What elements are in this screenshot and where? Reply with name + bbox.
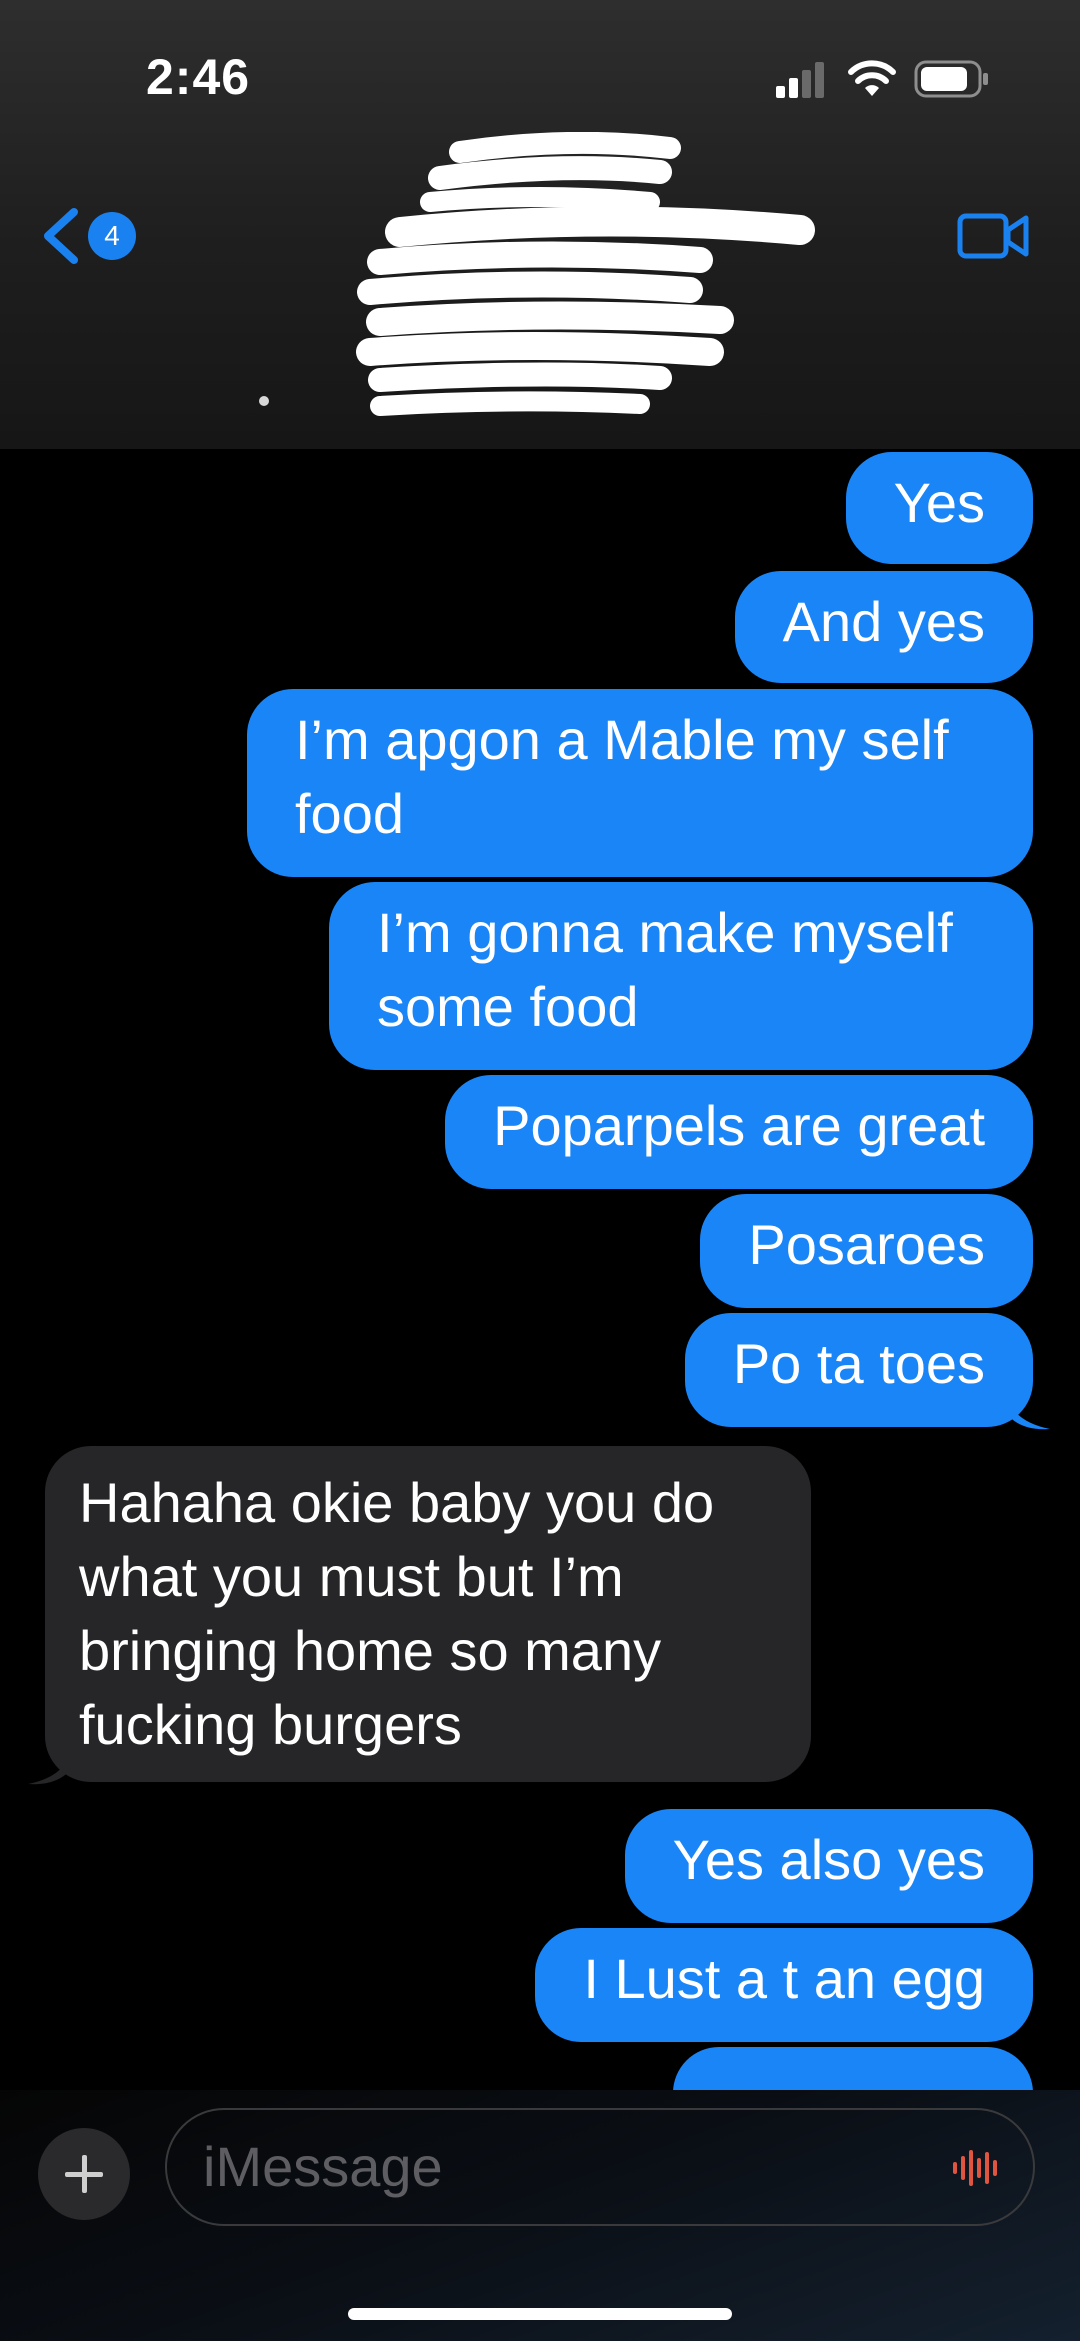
redacted-contact-name [356,132,815,416]
message-bubble-sent[interactable]: Po ta toes [684,1313,1033,1427]
cellular-signal-icon [776,62,824,98]
status-time: 2:46 [146,49,251,105]
chevron-left-icon [44,208,78,264]
wifi-icon [848,60,896,96]
bubble-tail-sent [1006,1391,1050,1430]
contact-indicator-dot [259,396,269,406]
message-bubble-sent[interactable]: Poparpels are great [445,1075,1033,1189]
back-button[interactable]: 4 [40,200,150,272]
message-input[interactable]: iMessage [165,2108,1035,2226]
message-bubble-sent[interactable]: I Lust a t an egg [535,1928,1033,2042]
message-bubble-received[interactable]: Hahaha okie baby you do what you must bu… [45,1446,811,1782]
composer-bar: iMessage [0,2090,1080,2341]
plus-icon[interactable] [38,2128,130,2220]
message-bubble-sent[interactable]: And yes [734,571,1033,683]
message-bubble-sent[interactable]: I’m gonna make myself some food [329,882,1033,1070]
message-bubble-sent[interactable]: I’m apgon a Mable my self food [247,689,1033,877]
home-indicator[interactable] [348,2308,732,2320]
bubble-tail-received [28,1746,72,1785]
message-bubble-sent[interactable]: Yes also yes [624,1809,1033,1923]
message-bubble-sent[interactable]: Yes [845,452,1033,564]
message-thread[interactable]: Yes And yes I’m apgon a Mable my self fo… [0,449,1080,2090]
message-bubble-sent[interactable]: Posaroes [700,1194,1033,1308]
message-input-placeholder: iMessage [203,2135,443,2198]
audio-waveform-icon[interactable] [951,2148,1003,2188]
battery-icon [914,60,988,98]
conversation-header: 2:46 4 [0,0,1080,449]
video-camera-icon[interactable] [956,208,1032,264]
unread-count-badge: 4 [88,212,136,260]
message-bubble-sent-partial[interactable] [673,2047,1033,2090]
